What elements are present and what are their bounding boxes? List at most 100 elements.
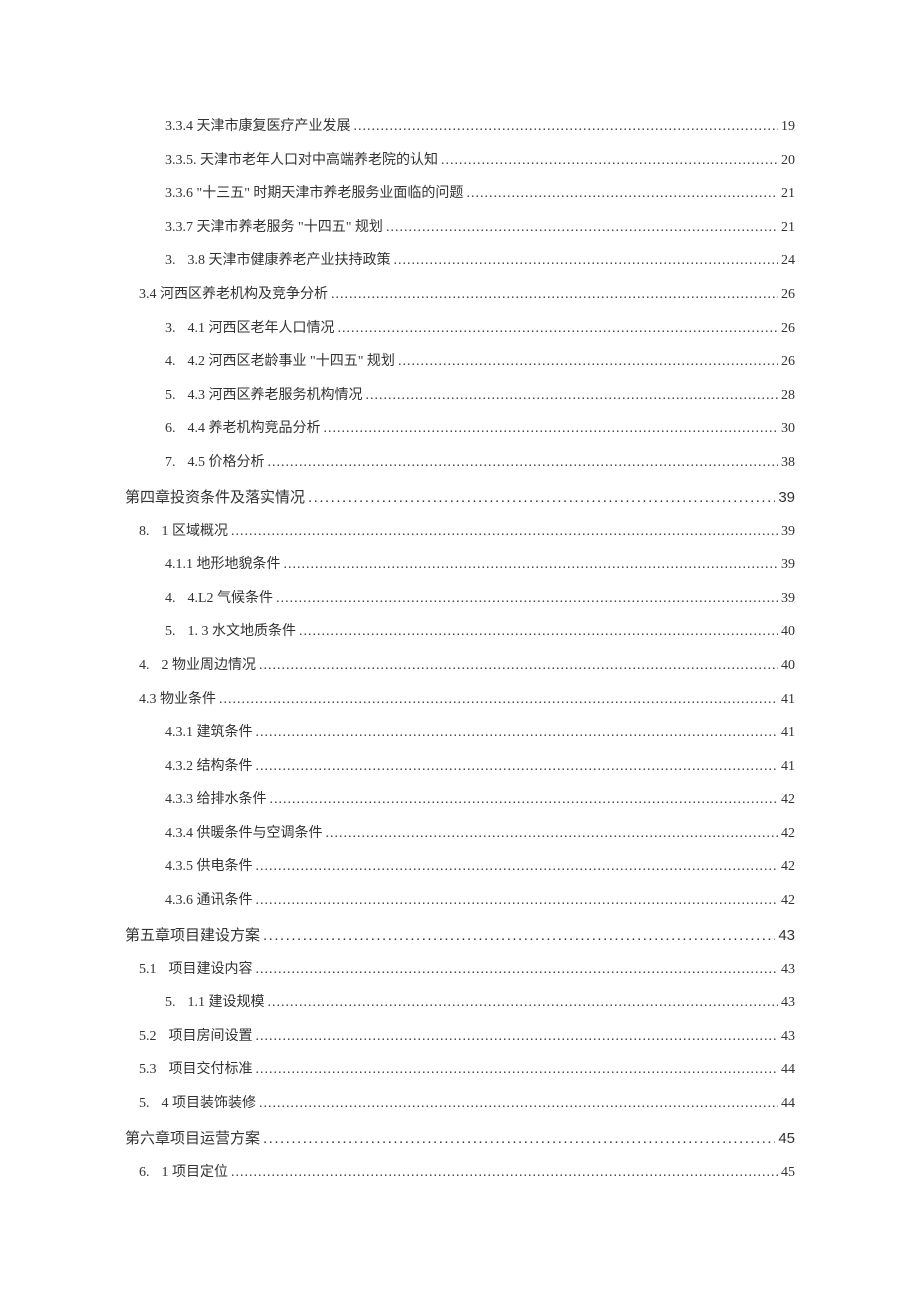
- toc-entry-prefix: 5.3: [139, 1060, 157, 1080]
- toc-entry[interactable]: 5.1.1 建设规模43: [125, 986, 795, 1020]
- toc-leader-dots: [284, 555, 779, 575]
- toc-entry-prefix: 8.: [139, 522, 150, 542]
- toc-entry-page: 26: [781, 285, 795, 305]
- toc-entry[interactable]: 4.1.1 地形地貌条件 39: [125, 548, 795, 582]
- toc-entry[interactable]: 5.1项目建设内容43: [125, 953, 795, 987]
- toc-entry-label: 4.4.2 河西区老龄事业 "十四五" 规划: [165, 352, 395, 372]
- toc-entry[interactable]: 第五章项目建设方案43: [125, 918, 795, 953]
- toc-entry-page: 45: [781, 1163, 795, 1183]
- toc-entry-label: 5.1. 3 水文地质条件: [165, 622, 296, 642]
- toc-entry-page: 39: [781, 555, 795, 575]
- toc-entry-text: 4.4 养老机构竞品分析: [188, 421, 321, 436]
- toc-entry[interactable]: 7.4.5 价格分析38: [125, 446, 795, 480]
- toc-entry-label: 6.4.4 养老机构竞品分析: [165, 419, 321, 439]
- toc-leader-dots: [256, 757, 779, 777]
- toc-entry-label: 4.4.L2 气候条件: [165, 589, 273, 609]
- toc-leader-dots: [268, 993, 779, 1013]
- toc-entry-label: 4.3.1 建筑条件: [165, 723, 253, 743]
- toc-entry-prefix: 6.: [139, 1163, 150, 1183]
- toc-entry-text: 第五章项目建设方案: [125, 927, 260, 944]
- toc-entry-text: 4.3.3 给排水条件: [165, 792, 267, 807]
- toc-entry-page: 21: [781, 184, 795, 204]
- toc-entry-text: 项目建设内容: [169, 962, 253, 977]
- toc-entry[interactable]: 4.3 物业条件41: [125, 683, 795, 717]
- toc-entry-prefix: 4.: [165, 352, 176, 372]
- toc-entry[interactable]: 第六章项目运营方案 45: [125, 1121, 795, 1156]
- toc-entry[interactable]: 4.3.3 给排水条件 42: [125, 783, 795, 817]
- toc-entry-label: 第五章项目建设方案: [125, 925, 260, 946]
- toc-entry[interactable]: 4.4.L2 气候条件 39: [125, 582, 795, 616]
- toc-entry[interactable]: 8.1 区域概况39: [125, 515, 795, 549]
- toc-entry-text: 第六章项目运营方案: [125, 1130, 260, 1147]
- toc-leader-dots: [326, 824, 779, 844]
- toc-entry[interactable]: 3.3.5. 天津市老年人口对中高端养老院的认知20: [125, 144, 795, 178]
- toc-entry[interactable]: 4.3.1 建筑条件41: [125, 716, 795, 750]
- toc-entry-prefix: 5.: [165, 622, 176, 642]
- toc-entry[interactable]: 4.3.5 供电条件42: [125, 850, 795, 884]
- toc-entry[interactable]: 4.2 物业周边情况40: [125, 649, 795, 683]
- toc-entry-text: 第四章投资条件及落实情况: [125, 489, 305, 506]
- toc-entry-page: 45: [778, 1128, 795, 1149]
- toc-entry[interactable]: 5.4.3 河西区养老服务机构情况 28: [125, 379, 795, 413]
- toc-entry[interactable]: 3.3.7 天津市养老服务 "十四五" 规划21: [125, 211, 795, 245]
- toc-entry[interactable]: 4.4.2 河西区老龄事业 "十四五" 规划 26: [125, 345, 795, 379]
- toc-entry-page: 19: [781, 117, 795, 137]
- toc-entry-page: 20: [781, 151, 795, 171]
- toc-entry-page: 42: [781, 891, 795, 911]
- toc-entry-text: 4.3.5 供电条件: [165, 859, 253, 874]
- toc-leader-dots: [366, 386, 779, 406]
- toc-leader-dots: [268, 453, 779, 473]
- toc-entry-page: 43: [781, 1027, 795, 1047]
- toc-entry-text: 4.3.6 通讯条件: [165, 893, 253, 908]
- toc-entry-label: 3.4 河西区养老机构及竞争分析: [139, 285, 328, 305]
- toc-leader-dots: [354, 117, 779, 137]
- toc-leader-dots: [276, 589, 778, 609]
- toc-entry-label: 4.3.4 供暖条件与空调条件: [165, 824, 323, 844]
- toc-entry-label: 4.2 物业周边情况: [139, 656, 256, 676]
- toc-entry-text: 3.4 河西区养老机构及竞争分析: [139, 287, 328, 302]
- toc-leader-dots: [231, 522, 778, 542]
- toc-entry[interactable]: 3.3.8 天津市健康养老产业扶持政策24: [125, 244, 795, 278]
- toc-entry-text: 4.1.1 地形地貌条件: [165, 557, 281, 572]
- toc-entry-label: 5.1.1 建设规模: [165, 993, 265, 1013]
- toc-entry-page: 26: [781, 319, 795, 339]
- toc-entry[interactable]: 6.1 项目定位45: [125, 1156, 795, 1190]
- toc-entry[interactable]: 6.4.4 养老机构竞品分析 30: [125, 412, 795, 446]
- toc-entry-text: 3.3.7 天津市养老服务 "十四五" 规划: [165, 220, 383, 235]
- toc-entry[interactable]: 第四章投资条件及落实情况39: [125, 480, 795, 515]
- toc-entry[interactable]: 5.2项目房间设置43: [125, 1020, 795, 1054]
- toc-leader-dots: [299, 622, 778, 642]
- toc-entry[interactable]: 5.4 项目装饰装修44: [125, 1087, 795, 1121]
- toc-entry-prefix: 5.: [165, 386, 176, 406]
- toc-entry-page: 39: [781, 522, 795, 542]
- toc-leader-dots: [256, 891, 779, 911]
- toc-entry-page: 28: [781, 386, 795, 406]
- toc-leader-dots: [331, 285, 778, 305]
- toc-entry[interactable]: 3.3.6 "十三五" 时期天津市养老服务业面临的问题 21: [125, 177, 795, 211]
- toc-entry-page: 26: [781, 352, 795, 372]
- toc-entry-text: 3.3.6 "十三五" 时期天津市养老服务业面临的问题: [165, 186, 463, 201]
- toc-leader-dots: [256, 723, 779, 743]
- toc-entry-page: 42: [781, 790, 795, 810]
- toc-page: 3.3.4 天津市康复医疗产业发展193.3.5. 天津市老年人口对中高端养老院…: [0, 0, 920, 1299]
- toc-leader-dots: [398, 352, 778, 372]
- toc-entry-page: 39: [781, 589, 795, 609]
- toc-entry-page: 30: [781, 419, 795, 439]
- toc-entry[interactable]: 4.3.6 通讯条件 42: [125, 884, 795, 918]
- toc-entry[interactable]: 3.4.1 河西区老年人口情况26: [125, 312, 795, 346]
- toc-entry-prefix: 5.: [139, 1094, 150, 1114]
- toc-entry-label: 5.4.3 河西区养老服务机构情况: [165, 386, 363, 406]
- toc-entry[interactable]: 5.1. 3 水文地质条件40: [125, 615, 795, 649]
- toc-entry[interactable]: 3.4 河西区养老机构及竞争分析 26: [125, 278, 795, 312]
- toc-entry[interactable]: 3.3.4 天津市康复医疗产业发展19: [125, 110, 795, 144]
- toc-entry-prefix: 4.: [165, 589, 176, 609]
- toc-entry-text: 4.3.4 供暖条件与空调条件: [165, 826, 323, 841]
- toc-entry[interactable]: 4.3.4 供暖条件与空调条件42: [125, 817, 795, 851]
- toc-leader-dots: [441, 151, 778, 171]
- toc-entry-label: 4.3.3 给排水条件: [165, 790, 267, 810]
- toc-entry[interactable]: 5.3项目交付标准44: [125, 1053, 795, 1087]
- toc-entry-label: 5.1项目建设内容: [139, 960, 253, 980]
- toc-entry[interactable]: 4.3.2 结构条件41: [125, 750, 795, 784]
- toc-entry-prefix: 5.2: [139, 1027, 157, 1047]
- toc-entry-text: 1.1 建设规模: [188, 995, 265, 1010]
